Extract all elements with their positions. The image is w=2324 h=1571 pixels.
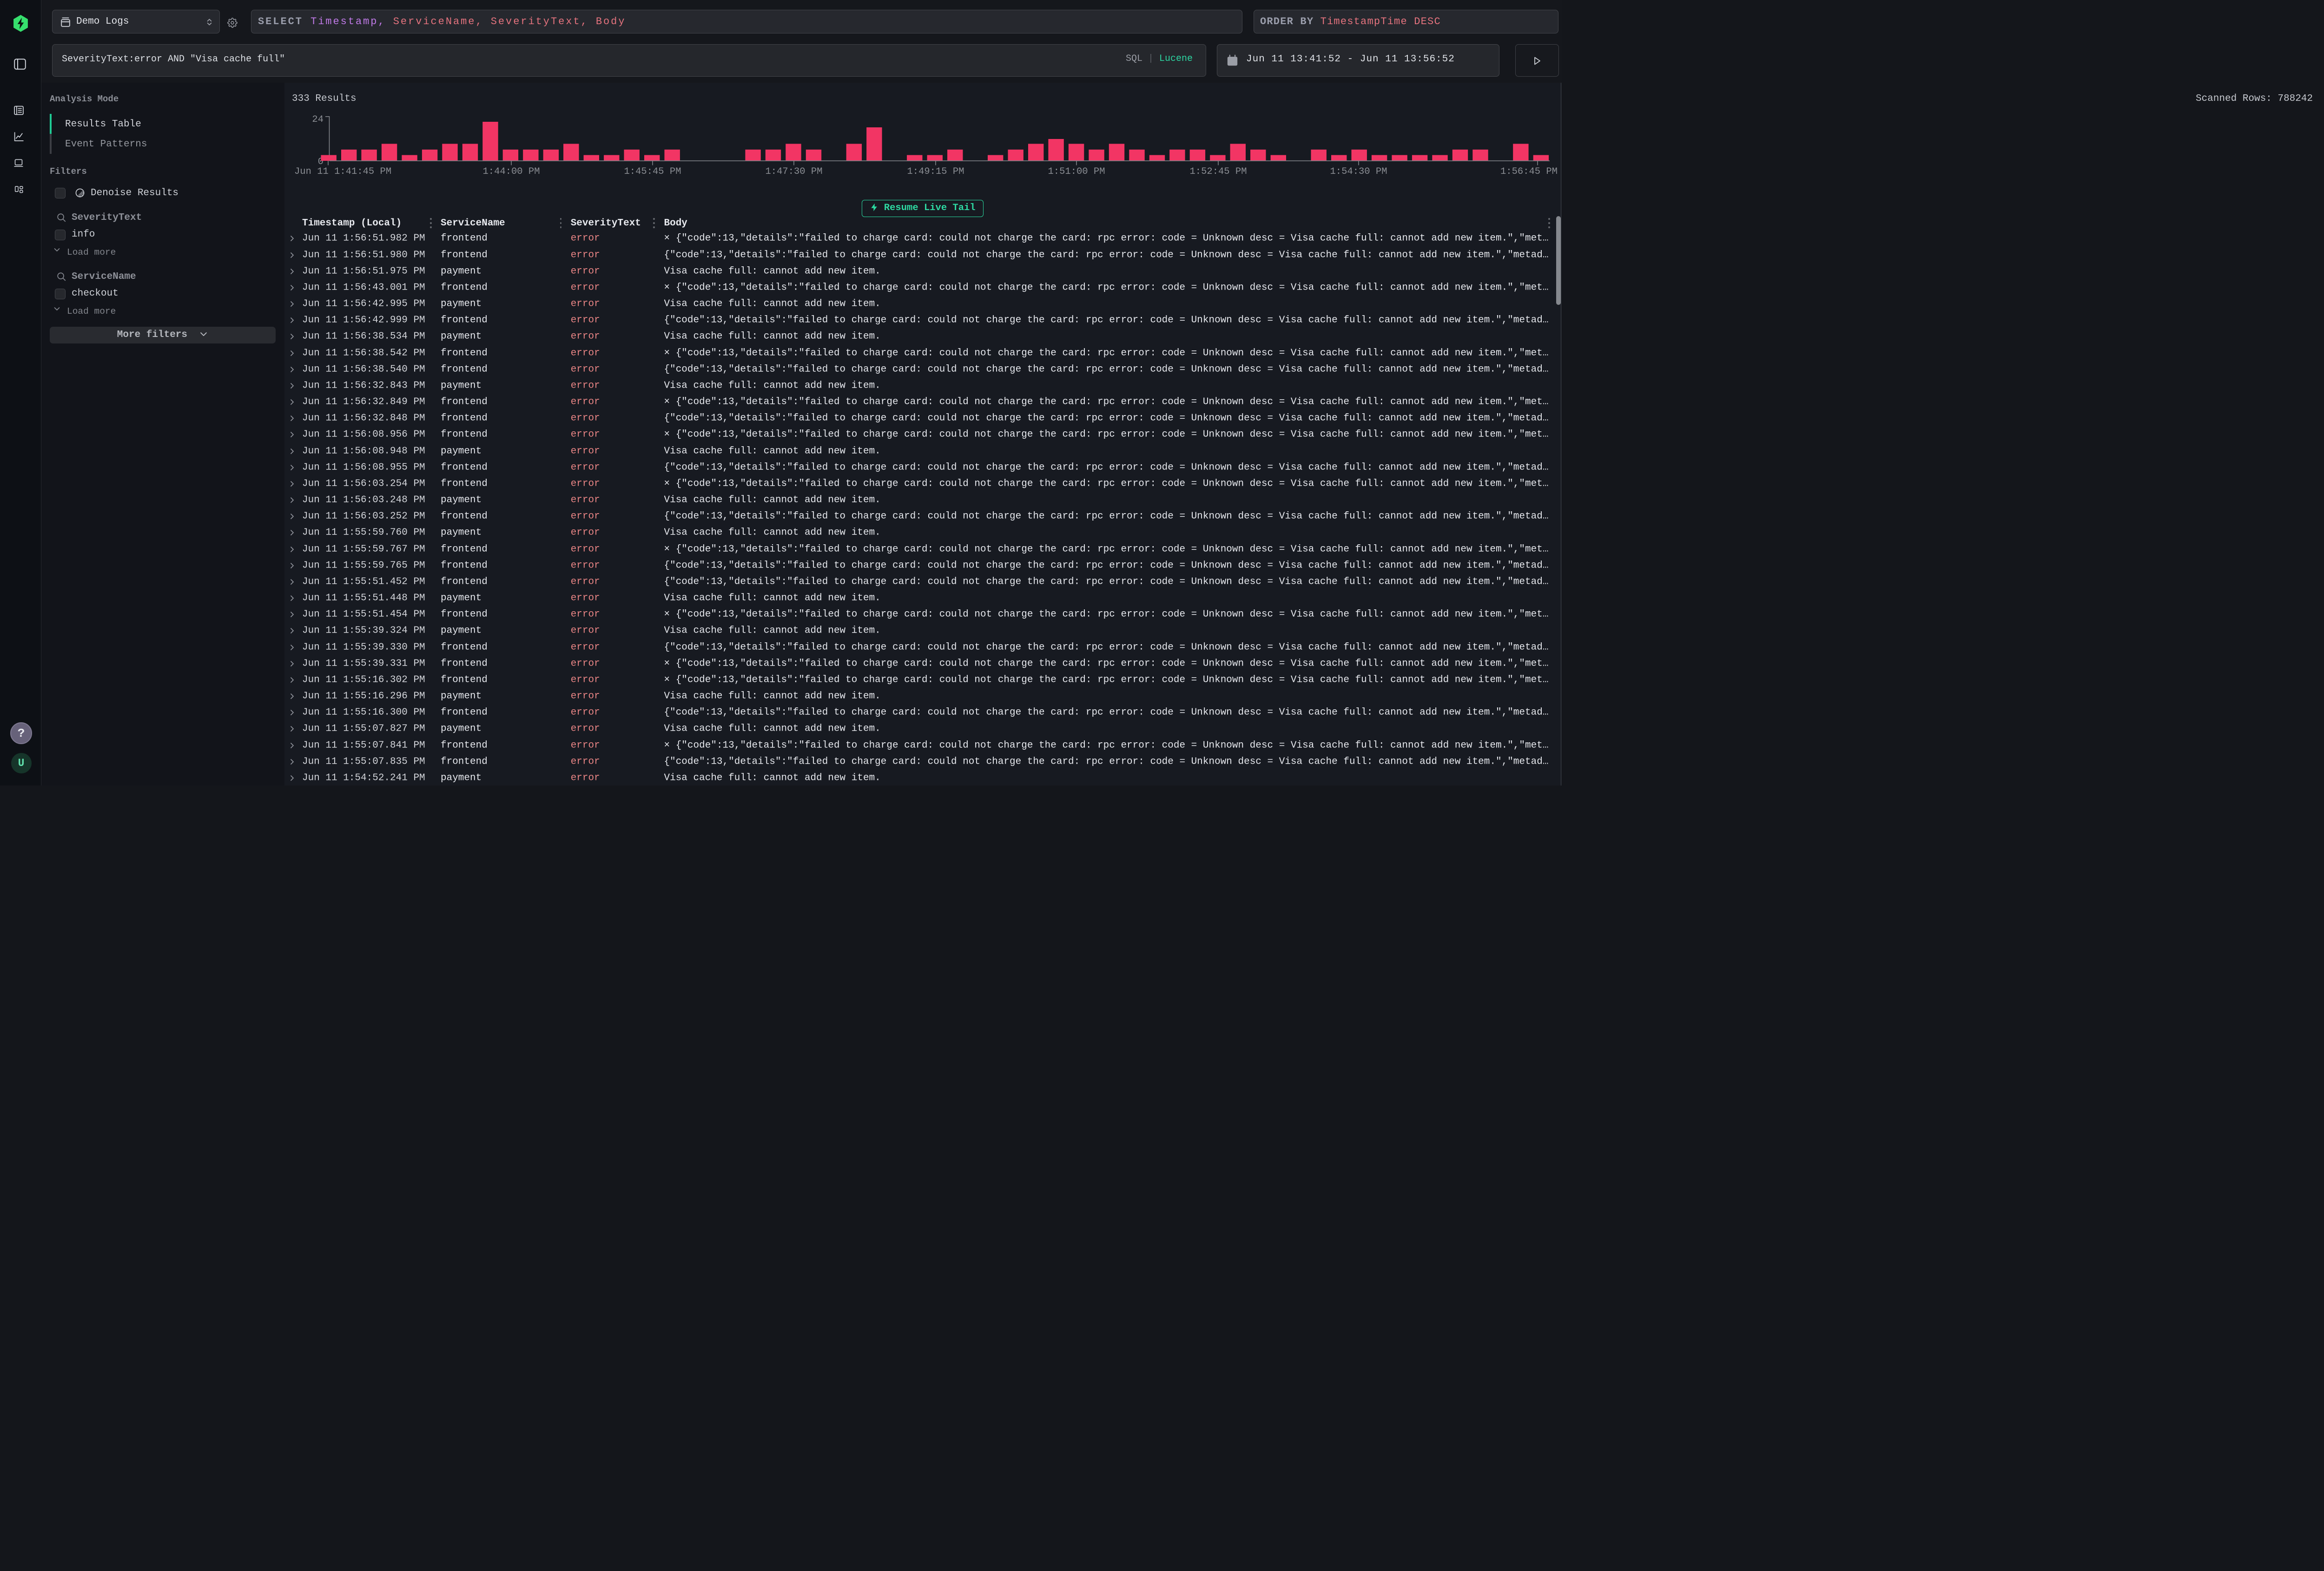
- svg-text:1:45:45 PM: 1:45:45 PM: [624, 166, 681, 177]
- svg-text:1:44:00 PM: 1:44:00 PM: [482, 166, 540, 177]
- svg-text:1:49:15 PM: 1:49:15 PM: [907, 166, 964, 177]
- svg-text:1:52:45 PM: 1:52:45 PM: [1189, 166, 1247, 177]
- svg-text:Jun 11 1:41:45 PM: Jun 11 1:41:45 PM: [294, 166, 391, 177]
- svg-text:1:51:00 PM: 1:51:00 PM: [1048, 166, 1105, 177]
- svg-text:1:47:30 PM: 1:47:30 PM: [765, 166, 822, 177]
- svg-text:1:56:45 PM: 1:56:45 PM: [1500, 166, 1558, 177]
- svg-text:1:54:30 PM: 1:54:30 PM: [1330, 166, 1387, 177]
- svg-text:24: 24: [312, 114, 324, 125]
